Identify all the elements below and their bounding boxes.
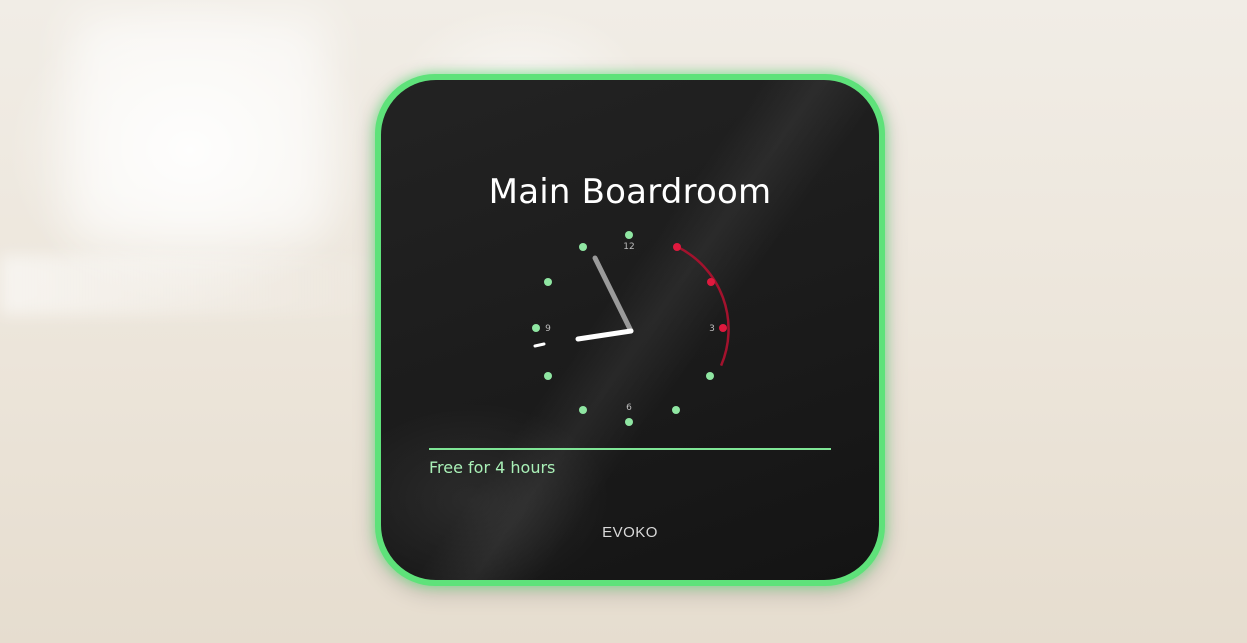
current-time-marker — [533, 342, 546, 348]
hour-dots-free — [532, 231, 714, 426]
numeral-12: 12 — [623, 242, 634, 252]
hour-dot-8 — [706, 372, 714, 380]
availability-clock[interactable]: 12 3 6 9 — [381, 80, 879, 440]
minute-hand — [592, 255, 634, 334]
booked-dot-3 — [719, 324, 727, 332]
hour-dot-1 — [579, 243, 587, 251]
booked-dot-2 — [707, 278, 715, 286]
hour-dot-2 — [544, 278, 552, 286]
hour-dot-6 — [625, 418, 633, 426]
room-booking-panel: Main Boardroom 12 3 6 9 Free for 4 hours… — [375, 74, 885, 586]
status-divider — [429, 448, 831, 450]
booked-arc — [676, 245, 730, 367]
wall-reflection — [0, 255, 420, 315]
hour-dot-4 — [544, 372, 552, 380]
numeral-6: 6 — [626, 403, 632, 413]
availability-status: Free for 4 hours — [429, 458, 556, 477]
window-light — [70, 10, 330, 240]
hour-dot-7 — [672, 406, 680, 414]
numeral-3: 3 — [709, 324, 715, 334]
panel-screen[interactable]: Main Boardroom 12 3 6 9 Free for 4 hours… — [381, 80, 879, 580]
hour-hand — [575, 328, 634, 342]
hour-dot-3 — [532, 324, 540, 332]
hour-dot-5 — [579, 406, 587, 414]
background-scene: Main Boardroom 12 3 6 9 Free for 4 hours… — [0, 0, 1247, 643]
booked-dot-1 — [673, 243, 681, 251]
numeral-9: 9 — [545, 324, 551, 334]
hour-dot-12 — [625, 231, 633, 239]
brand-logo: EVOKO — [602, 524, 658, 541]
